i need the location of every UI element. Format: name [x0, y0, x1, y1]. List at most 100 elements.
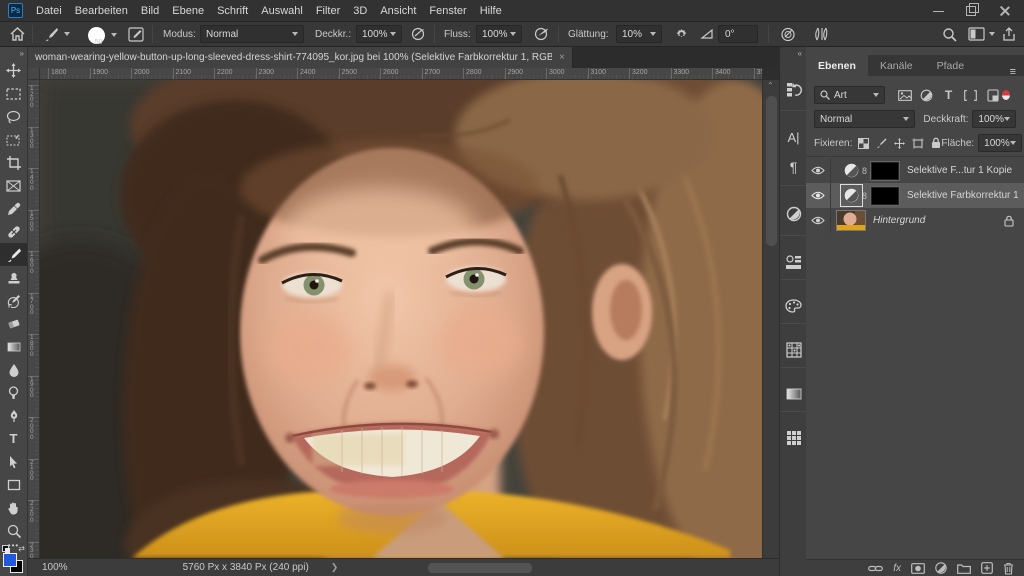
opacity-select[interactable]: 100%: [356, 25, 402, 43]
brush-tool[interactable]: [0, 243, 27, 266]
layer-filter-select[interactable]: Art: [814, 86, 885, 104]
brush-tool-preset-icon[interactable]: [44, 22, 70, 46]
rectangular-marquee-tool[interactable]: [0, 82, 27, 105]
layer-name[interactable]: Selektive F...tur 1 Kopie: [907, 165, 1012, 176]
character-panel-icon[interactable]: A|: [780, 122, 807, 152]
photoshop-logo-icon[interactable]: Ps: [8, 3, 23, 18]
close-icon[interactable]: [999, 5, 1010, 16]
filter-pixel-layers-icon[interactable]: [895, 87, 914, 104]
horizontal-ruler[interactable]: 1800190020002100220023002400250026002700…: [40, 68, 762, 80]
eyedropper-tool[interactable]: [0, 197, 27, 220]
share-icon[interactable]: [1002, 22, 1016, 46]
smoothing-options-gear-icon[interactable]: [674, 22, 689, 46]
new-adjustment-layer-icon[interactable]: [935, 562, 947, 574]
lock-all-icon[interactable]: [931, 137, 941, 149]
layer-row-selected[interactable]: 8 Selektive Farbkorrektur 1: [806, 183, 1024, 208]
history-brush-tool[interactable]: [0, 289, 27, 312]
link-layers-icon[interactable]: [868, 564, 883, 573]
toolbar-expand-icon[interactable]: »: [20, 49, 24, 58]
paragraph-panel-icon[interactable]: ¶: [780, 152, 807, 182]
filter-shape-layers-icon[interactable]: [961, 87, 980, 104]
menu-item[interactable]: Fenster: [427, 5, 468, 17]
layer-mask-thumbnail[interactable]: [871, 187, 899, 205]
color-panel-icon[interactable]: [780, 291, 807, 321]
eraser-tool[interactable]: [0, 312, 27, 335]
layer-opacity-select[interactable]: 100%: [972, 110, 1016, 128]
adjustment-layer-icon-targeted[interactable]: [843, 187, 860, 204]
lasso-tool[interactable]: [0, 105, 27, 128]
swap-colors-icon[interactable]: ⇄: [18, 544, 25, 553]
panel-menu-icon[interactable]: ≡: [1010, 68, 1016, 76]
menu-item[interactable]: Auswahl: [259, 5, 305, 17]
hand-tool[interactable]: [0, 496, 27, 519]
gradients-panel-icon[interactable]: [780, 379, 807, 409]
foreground-color-swatch[interactable]: [3, 553, 17, 567]
menu-item[interactable]: Bearbeiten: [73, 5, 130, 17]
layer-image-thumbnail[interactable]: [837, 211, 865, 230]
status-options-arrow-icon[interactable]: ❯: [331, 562, 339, 573]
blur-tool[interactable]: [0, 358, 27, 381]
opacity-pressure-icon[interactable]: [410, 22, 426, 46]
healing-brush-tool[interactable]: [0, 220, 27, 243]
vertical-scrollbar[interactable]: ⌃: [762, 80, 779, 558]
filter-smart-objects-icon[interactable]: [983, 87, 1002, 104]
pen-pressure-icon[interactable]: [812, 22, 830, 46]
background-layer-row[interactable]: Hintergrund: [806, 208, 1024, 233]
gradient-tool[interactable]: [0, 335, 27, 358]
brush-settings-panel-icon[interactable]: [128, 22, 144, 46]
lock-artboard-icon[interactable]: [912, 138, 924, 149]
tab-close-icon[interactable]: ×: [559, 52, 565, 63]
size-pressure-icon[interactable]: [780, 22, 796, 46]
layer-blend-mode-select[interactable]: Normal: [814, 110, 915, 128]
layer-visibility-eye-icon[interactable]: [806, 158, 831, 183]
blend-mode-select[interactable]: Normal: [200, 25, 304, 43]
frame-tool[interactable]: [0, 174, 27, 197]
tab-pfade[interactable]: Pfade: [925, 55, 976, 76]
menu-item[interactable]: Bild: [139, 5, 161, 17]
rectangle-shape-tool[interactable]: [0, 473, 27, 496]
default-colors-icon[interactable]: [2, 545, 11, 553]
menu-item[interactable]: Ansicht: [378, 5, 418, 17]
add-mask-icon[interactable]: [911, 563, 925, 574]
new-group-folder-icon[interactable]: [957, 563, 971, 574]
crop-tool[interactable]: [0, 151, 27, 174]
horizontal-scrollbar-thumb[interactable]: [428, 563, 532, 573]
object-selection-tool[interactable]: [0, 128, 27, 151]
document-tab[interactable]: woman-wearing-yellow-button-up-long-slee…: [28, 47, 573, 68]
layer-visibility-eye-icon[interactable]: [806, 183, 831, 208]
layer-row[interactable]: 8 Selektive F...tur 1 Kopie: [806, 158, 1024, 183]
menu-item[interactable]: Schrift: [215, 5, 250, 17]
filter-type-layers-icon[interactable]: T: [939, 87, 958, 104]
layer-visibility-eye-icon[interactable]: [806, 208, 831, 233]
scroll-up-icon[interactable]: ⌃: [767, 81, 774, 90]
layer-name[interactable]: Hintergrund: [873, 215, 925, 226]
menu-item[interactable]: Ebene: [170, 5, 206, 17]
lock-transparency-icon[interactable]: [858, 138, 869, 149]
zoom-level-field[interactable]: 100%: [42, 562, 68, 573]
lock-position-icon[interactable]: [894, 138, 905, 149]
adjustment-layer-icon[interactable]: [843, 162, 860, 179]
move-tool[interactable]: [0, 59, 27, 82]
canvas[interactable]: [40, 80, 762, 558]
patterns-panel-icon[interactable]: [780, 335, 807, 365]
dock-collapse-icon[interactable]: «: [798, 49, 802, 58]
libraries-panel-icon[interactable]: [780, 247, 807, 277]
brush-angle-field[interactable]: 0°: [718, 25, 758, 43]
workspace-switcher-icon[interactable]: [968, 22, 995, 46]
menu-item[interactable]: Datei: [34, 5, 64, 17]
menu-item[interactable]: 3D: [351, 5, 369, 17]
type-tool[interactable]: T: [0, 427, 27, 450]
home-icon[interactable]: [10, 22, 25, 46]
swatches-panel-icon[interactable]: [780, 423, 807, 453]
tab-kanaele[interactable]: Kanäle: [868, 55, 925, 76]
filter-adjustment-layers-icon[interactable]: [917, 87, 936, 104]
adjustments-panel-icon[interactable]: [780, 199, 807, 229]
vertical-ruler[interactable]: 1200130014001500160017001800190020002100…: [28, 80, 40, 558]
pen-tool[interactable]: [0, 404, 27, 427]
mask-link-icon[interactable]: 8: [862, 166, 867, 176]
layer-mask-thumbnail[interactable]: [871, 162, 899, 180]
lock-pixels-icon[interactable]: [876, 138, 887, 149]
tab-ebenen[interactable]: Ebenen: [806, 55, 868, 76]
menu-item[interactable]: Filter: [314, 5, 342, 17]
layer-fill-select[interactable]: 100%: [978, 134, 1022, 152]
